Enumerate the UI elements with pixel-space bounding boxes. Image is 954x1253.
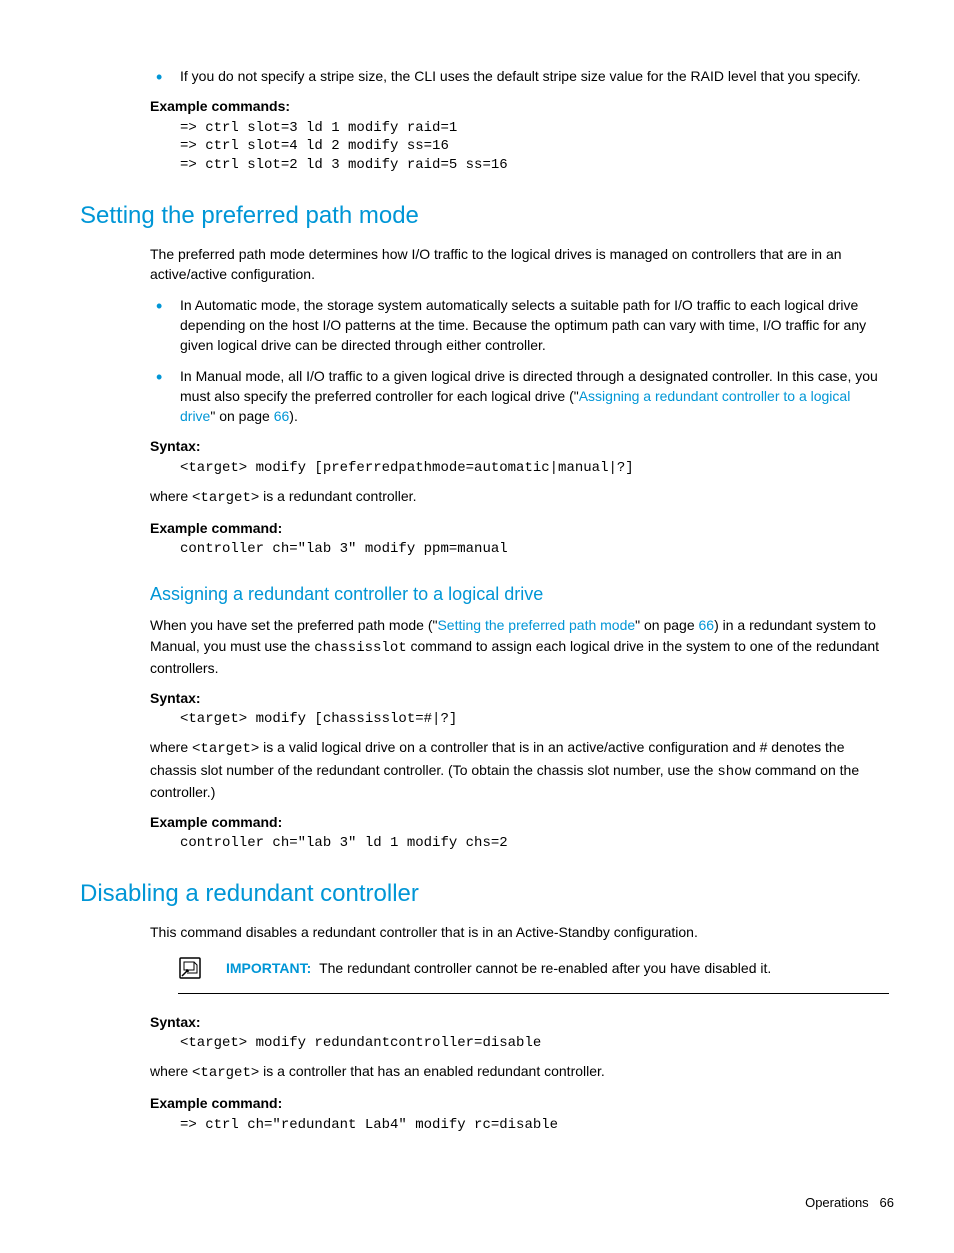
where-paragraph: where <target> is a valid logical drive … <box>150 737 889 802</box>
example-commands-label: Example commands: <box>150 96 889 116</box>
where-paragraph: where <target> is a redundant controller… <box>150 486 889 508</box>
page-content: If you do not specify a stripe size, the… <box>150 66 889 1134</box>
inline-code: show <box>717 764 751 780</box>
important-label: IMPORTANT: <box>226 960 311 976</box>
example-command-code: => ctrl ch="redundant Lab4" modify rc=di… <box>180 1116 889 1135</box>
where-text: where <box>150 739 192 755</box>
inline-code: <target> <box>192 741 259 757</box>
footer-section: Operations <box>805 1195 869 1210</box>
syntax-label: Syntax: <box>150 436 889 456</box>
where-text: is a redundant controller. <box>259 488 416 504</box>
assigning-paragraph: When you have set the preferred path mod… <box>150 615 889 678</box>
example-commands-code: => ctrl slot=3 ld 1 modify raid=1 => ctr… <box>180 119 889 176</box>
inline-code: <target> <box>192 490 259 506</box>
page-footer: Operations 66 <box>60 1194 894 1213</box>
heading-assigning: Assigning a redundant controller to a lo… <box>150 581 889 607</box>
syntax-label: Syntax: <box>150 1012 889 1032</box>
important-content: IMPORTANT: The redundant controller cann… <box>226 958 889 978</box>
bullet-text: ). <box>289 408 298 424</box>
heading-preferred-path: Setting the preferred path mode <box>80 199 889 234</box>
top-bullet-list: If you do not specify a stripe size, the… <box>150 66 889 86</box>
cross-ref-link[interactable]: Setting the preferred path mode <box>437 617 635 633</box>
list-item: In Automatic mode, the storage system au… <box>150 295 889 356</box>
mode-bullet-list: In Automatic mode, the storage system au… <box>150 295 889 427</box>
where-text: is a controller that has an enabled redu… <box>259 1063 605 1079</box>
where-text: where <box>150 1063 192 1079</box>
example-command-label: Example command: <box>150 518 889 538</box>
example-command-code: controller ch="lab 3" modify ppm=manual <box>180 540 889 559</box>
syntax-label: Syntax: <box>150 688 889 708</box>
where-paragraph: where <target> is a controller that has … <box>150 1061 889 1083</box>
example-command-code: controller ch="lab 3" ld 1 modify chs=2 <box>180 834 889 853</box>
footer-page-number: 66 <box>880 1195 894 1210</box>
para-text: " on page <box>635 617 698 633</box>
inline-code: <target> <box>192 1065 259 1081</box>
important-body: The redundant controller cannot be re-en… <box>319 960 771 976</box>
list-item: If you do not specify a stripe size, the… <box>150 66 889 86</box>
heading-disabling: Disabling a redundant controller <box>80 877 889 912</box>
syntax-code: <target> modify [chassisslot=#|?] <box>180 710 889 729</box>
syntax-code: <target> modify [preferredpathmode=autom… <box>180 459 889 478</box>
intro-paragraph: This command disables a redundant contro… <box>150 922 889 942</box>
where-text: where <box>150 488 192 504</box>
example-command-label: Example command: <box>150 1093 889 1113</box>
syntax-code: <target> modify redundantcontroller=disa… <box>180 1034 889 1053</box>
note-icon <box>178 956 202 985</box>
para-text: When you have set the preferred path mod… <box>150 617 437 633</box>
page-ref-link[interactable]: 66 <box>274 408 290 424</box>
page-ref-link[interactable]: 66 <box>699 617 715 633</box>
important-note: IMPORTANT: The redundant controller cann… <box>178 952 889 993</box>
example-command-label: Example command: <box>150 812 889 832</box>
inline-code: chassisslot <box>314 640 406 656</box>
bullet-text: " on page <box>210 408 273 424</box>
list-item: In Manual mode, all I/O traffic to a giv… <box>150 366 889 427</box>
intro-paragraph: The preferred path mode determines how I… <box>150 244 889 285</box>
